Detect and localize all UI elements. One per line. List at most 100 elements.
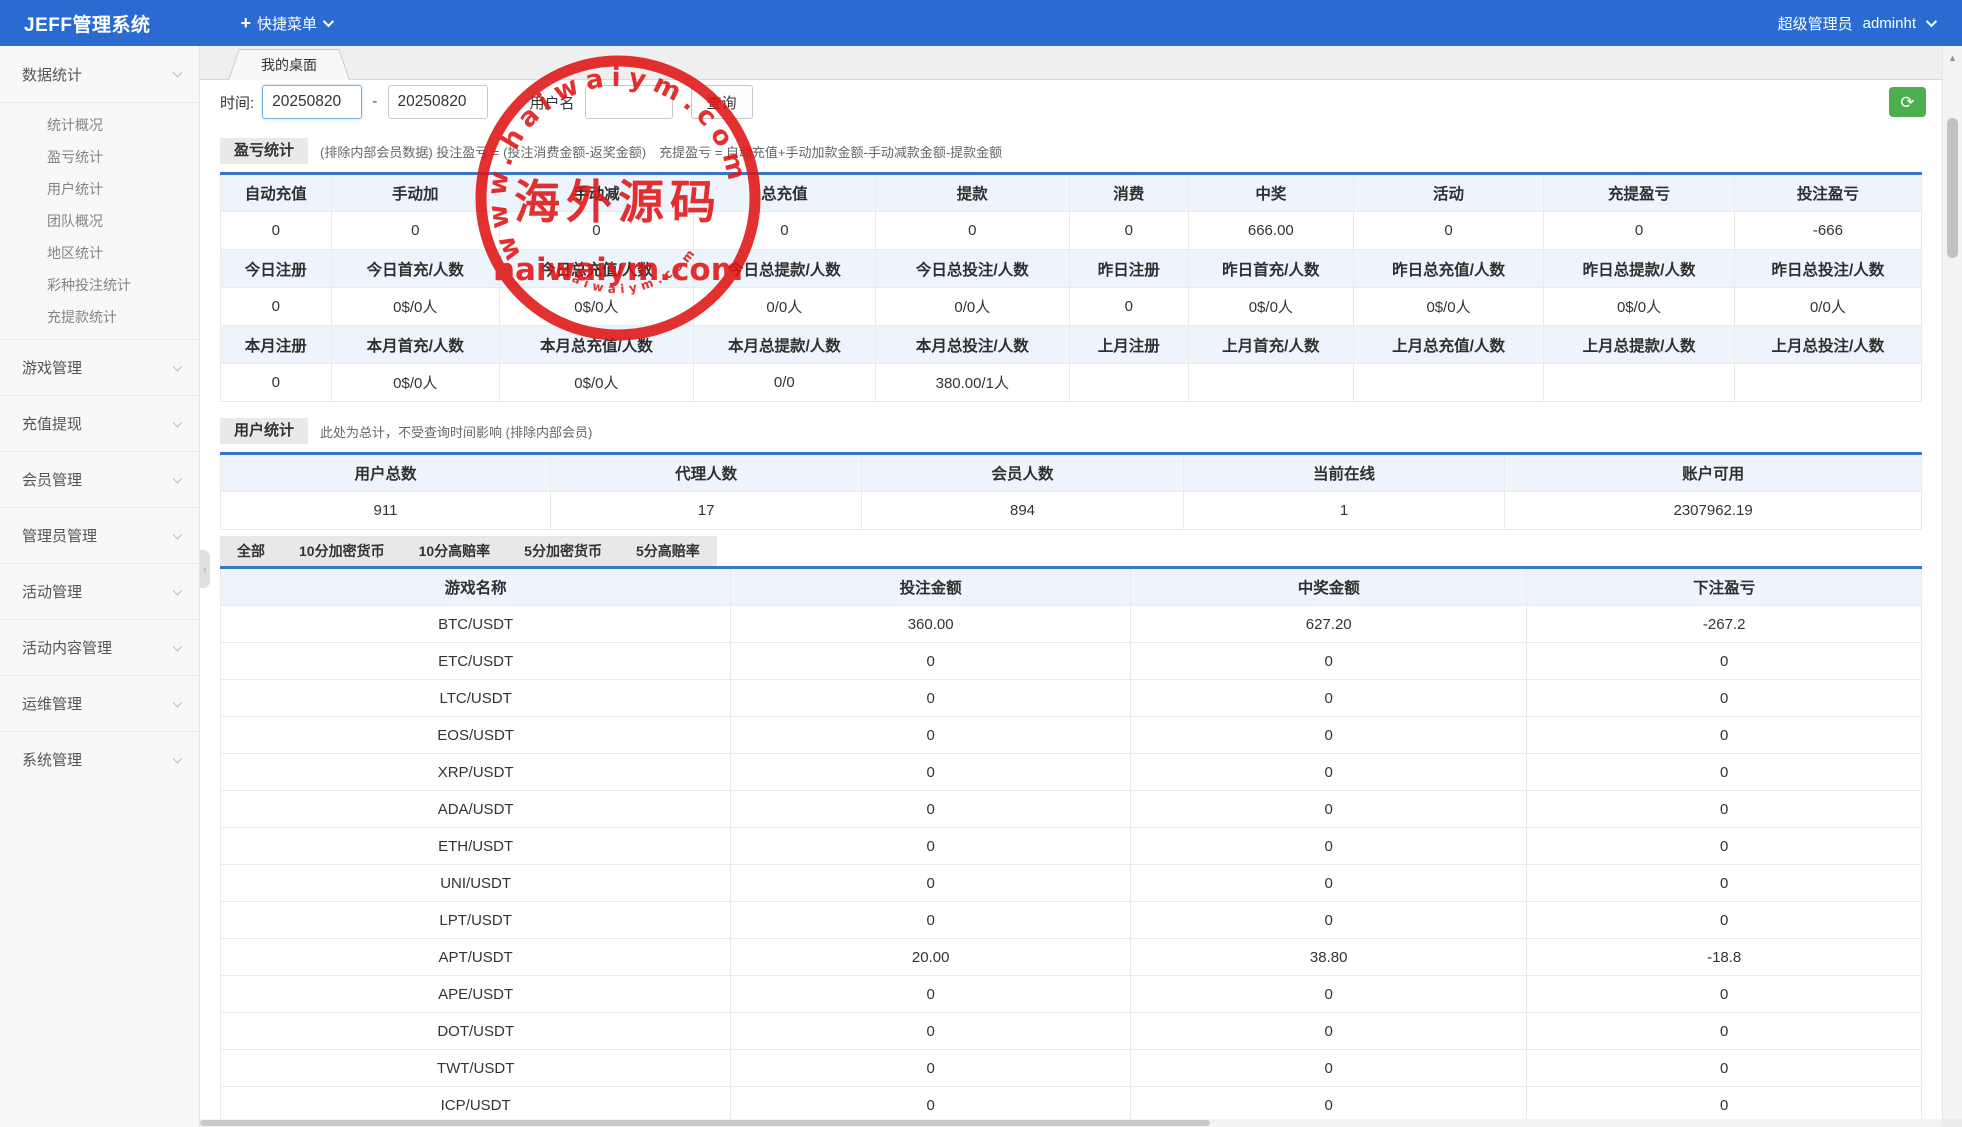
vertical-scrollbar-thumb[interactable] [1947, 118, 1958, 258]
games-value: APE/USDT [221, 976, 731, 1013]
profit-col-header: 消费 [1069, 174, 1188, 212]
sidebar-item[interactable]: 系统管理 [0, 731, 199, 787]
sidebar-subitem[interactable]: 团队概况 [0, 205, 199, 237]
date-range-dash: - [372, 93, 377, 111]
games-value: 0 [1527, 1013, 1922, 1050]
table-row: ADA/USDT000 [221, 791, 1922, 828]
sidebar-item-label: 充值提现 [22, 413, 174, 434]
sidebar-subitem[interactable]: 统计概况 [0, 109, 199, 141]
sidebar-item-label: 运维管理 [22, 693, 174, 714]
profit-col-header: 上月注册 [1069, 326, 1188, 364]
sidebar-subitem[interactable]: 充提款统计 [0, 301, 199, 333]
query-button[interactable]: 查询 [691, 85, 753, 119]
filter-bar: 时间: - 用户名 查询 ⟳ [200, 80, 1942, 124]
games-value: 0 [1131, 976, 1527, 1013]
game-filter-tab[interactable]: 10分高赔率 [402, 536, 508, 566]
sidebar-subitem[interactable]: 用户统计 [0, 173, 199, 205]
profit-col-header: 昨日总投注/人数 [1734, 250, 1921, 288]
sidebar-item[interactable]: 游戏管理 [0, 339, 199, 395]
games-value: 0 [1527, 680, 1922, 717]
sidebar-subitem[interactable]: 地区统计 [0, 237, 199, 269]
profit-col-header: 手动减 [499, 174, 693, 212]
sidebar-item[interactable]: 管理员管理 [0, 507, 199, 563]
games-value: 0 [1527, 828, 1922, 865]
profit-value: 0 [1069, 212, 1188, 250]
profit-col-header: 本月注册 [221, 326, 332, 364]
sidebar-collapse-handle[interactable]: ‹ [200, 550, 210, 588]
table-row: TWT/USDT000 [221, 1050, 1922, 1087]
games-value: 0 [1131, 1087, 1527, 1120]
horizontal-scrollbar-thumb[interactable] [200, 1120, 1210, 1126]
sidebar-subitem[interactable]: 盈亏统计 [0, 141, 199, 173]
profit-col-header: 充提盈亏 [1544, 174, 1735, 212]
sidebar-item-label: 游戏管理 [22, 357, 174, 378]
table-row: ETH/USDT000 [221, 828, 1922, 865]
profit-value [1544, 364, 1735, 402]
profit-col-header: 今日总充值/人数 [499, 250, 693, 288]
plus-icon: + [240, 14, 251, 32]
game-filter-tab[interactable]: 10分加密货币 [282, 536, 402, 566]
user-role: 超级管理员 [1778, 13, 1853, 34]
profit-value: 0$/0人 [1188, 288, 1353, 326]
tab-bar: 我的桌面 [200, 46, 1942, 80]
tab-my-desktop[interactable]: 我的桌面 [228, 49, 350, 80]
sidebar-item[interactable]: 数据统计 [0, 46, 199, 102]
games-value: 0 [1527, 865, 1922, 902]
profit-col-header: 上月首充/人数 [1188, 326, 1353, 364]
games-table: 游戏名称投注金额中奖金额下注盈亏BTC/USDT360.00627.20-267… [220, 566, 1922, 1119]
games-value: UNI/USDT [221, 865, 731, 902]
profit-col-header: 上月总投注/人数 [1734, 326, 1921, 364]
user-menu[interactable]: 超级管理员 adminht [1778, 13, 1934, 34]
sidebar-item[interactable]: 活动管理 [0, 563, 199, 619]
profit-col-header: 本月总投注/人数 [875, 326, 1069, 364]
games-value: 0 [731, 791, 1131, 828]
profit-col-header: 昨日总充值/人数 [1353, 250, 1544, 288]
sidebar-item-label: 活动内容管理 [22, 637, 174, 658]
profit-value: 0/0人 [1734, 288, 1921, 326]
sidebar-item[interactable]: 运维管理 [0, 675, 199, 731]
profit-col-header: 今日首充/人数 [331, 250, 499, 288]
games-value: ETH/USDT [221, 828, 731, 865]
sidebar-item[interactable]: 活动内容管理 [0, 619, 199, 675]
game-filter-tab[interactable]: 5分加密货币 [507, 536, 619, 566]
chevron-down-icon [173, 68, 183, 78]
games-value: 0 [731, 976, 1131, 1013]
users-col-header: 账户可用 [1505, 454, 1922, 492]
sidebar-item-label: 数据统计 [22, 64, 174, 85]
refresh-button[interactable]: ⟳ [1889, 87, 1926, 117]
sidebar-subitem[interactable]: 彩种投注统计 [0, 269, 199, 301]
sidebar-item[interactable]: 充值提现 [0, 395, 199, 451]
quick-menu-button[interactable]: + 快捷菜单 [240, 13, 331, 34]
profit-value: 0$/0人 [331, 364, 499, 402]
games-value: 0 [1527, 902, 1922, 939]
profit-value: 0 [331, 212, 499, 250]
game-filter-tab[interactable]: 5分高赔率 [619, 536, 717, 566]
users-col-header: 会员人数 [862, 454, 1183, 492]
profit-col-header: 今日注册 [221, 250, 332, 288]
date-to-input[interactable] [388, 85, 488, 119]
scroll-up-arrow-icon[interactable]: ▲ [1943, 53, 1962, 63]
profit-value: 0 [221, 212, 332, 250]
games-value: DOT/USDT [221, 1013, 731, 1050]
profit-value: 0 [221, 364, 332, 402]
games-value: 360.00 [731, 606, 1131, 643]
table-row: LTC/USDT000 [221, 680, 1922, 717]
games-value: LTC/USDT [221, 680, 731, 717]
sidebar-item[interactable]: 会员管理 [0, 451, 199, 507]
users-table: 用户总数代理人数会员人数当前在线账户可用9111789412307962.19 [220, 452, 1922, 530]
date-from-input[interactable] [262, 85, 362, 119]
games-value: TWT/USDT [221, 1050, 731, 1087]
table-row: 00$/0人0$/0人0/0380.00/1人 [221, 364, 1922, 402]
profit-value: 0 [875, 212, 1069, 250]
chevron-down-icon [173, 473, 183, 483]
profit-value: 0/0 [693, 364, 875, 402]
table-row: 9111789412307962.19 [221, 492, 1922, 530]
username-input[interactable] [585, 85, 673, 119]
vertical-scrollbar[interactable]: ▲ [1942, 46, 1962, 1119]
horizontal-scrollbar[interactable] [200, 1119, 1942, 1127]
game-filter-tab[interactable]: 全部 [220, 536, 282, 566]
games-value: ETC/USDT [221, 643, 731, 680]
profit-value: 0/0人 [875, 288, 1069, 326]
profit-col-header: 中奖 [1188, 174, 1353, 212]
games-value: ICP/USDT [221, 1087, 731, 1120]
